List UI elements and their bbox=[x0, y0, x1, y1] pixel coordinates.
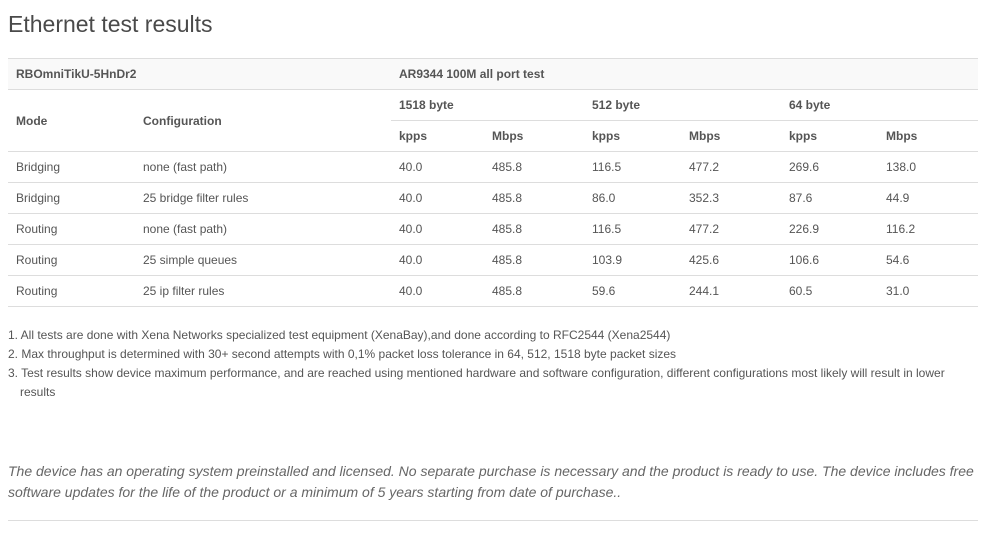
footnote-item: 2. Max throughput is determined with 30+… bbox=[8, 347, 677, 361]
kpps-512-cell: 116.5 bbox=[584, 213, 681, 245]
table-row: Routing 25 simple queues 40.0 485.8 103.… bbox=[8, 244, 979, 276]
mbps-64-cell: 138.0 bbox=[878, 151, 979, 183]
mbps-64-cell: 44.9 bbox=[878, 182, 979, 214]
kpps-512-cell: 103.9 bbox=[584, 244, 681, 276]
kpps-1518-cell: 40.0 bbox=[391, 244, 484, 276]
mbps-64-cell: 116.2 bbox=[878, 213, 979, 245]
kpps-1518-cell: 40.0 bbox=[391, 151, 484, 183]
unit-mbps-header: Mbps bbox=[484, 120, 584, 152]
mbps-64-cell: 54.6 bbox=[878, 244, 979, 276]
mode-cell: Bridging bbox=[8, 151, 135, 183]
configuration-cell: 25 ip filter rules bbox=[135, 275, 391, 307]
mbps-512-cell: 352.3 bbox=[681, 182, 781, 214]
page-title: Ethernet test results bbox=[8, 11, 213, 37]
footnote-item: 3. Test results show device maximum perf… bbox=[8, 366, 945, 399]
table-row: Routing none (fast path) 40.0 485.8 116.… bbox=[8, 213, 979, 245]
mbps-512-cell: 244.1 bbox=[681, 275, 781, 307]
mode-cell: Routing bbox=[8, 213, 135, 245]
mode-header: Mode bbox=[8, 89, 135, 152]
packet-size-64-header: 64 byte bbox=[781, 89, 979, 121]
unit-kpps-header: kpps bbox=[391, 120, 484, 152]
configuration-header: Configuration bbox=[135, 89, 391, 152]
configuration-cell: 25 simple queues bbox=[135, 244, 391, 276]
table-row: Bridging 25 bridge filter rules 40.0 485… bbox=[8, 182, 979, 214]
kpps-512-cell: 59.6 bbox=[584, 275, 681, 307]
unit-mbps-header: Mbps bbox=[681, 120, 781, 152]
configuration-cell: 25 bridge filter rules bbox=[135, 182, 391, 214]
kpps-512-cell: 116.5 bbox=[584, 151, 681, 183]
mbps-512-cell: 425.6 bbox=[681, 244, 781, 276]
packet-size-512-header: 512 byte bbox=[584, 89, 781, 121]
kpps-64-cell: 60.5 bbox=[781, 275, 878, 307]
mbps-512-cell: 477.2 bbox=[681, 151, 781, 183]
mbps-1518-cell: 485.8 bbox=[484, 213, 584, 245]
table-row: Bridging none (fast path) 40.0 485.8 116… bbox=[8, 151, 979, 183]
kpps-1518-cell: 40.0 bbox=[391, 275, 484, 307]
kpps-512-cell: 86.0 bbox=[584, 182, 681, 214]
table-size-header-row: Mode Configuration 1518 byte 512 byte 64… bbox=[8, 89, 979, 152]
packet-size-1518-header: 1518 byte bbox=[391, 89, 584, 121]
kpps-1518-cell: 40.0 bbox=[391, 213, 484, 245]
mbps-1518-cell: 485.8 bbox=[484, 244, 584, 276]
kpps-64-cell: 106.6 bbox=[781, 244, 878, 276]
kpps-64-cell: 226.9 bbox=[781, 213, 878, 245]
mbps-1518-cell: 485.8 bbox=[484, 275, 584, 307]
unit-kpps-header: kpps bbox=[584, 120, 681, 152]
configuration-cell: none (fast path) bbox=[135, 213, 391, 245]
mode-cell: Routing bbox=[8, 275, 135, 307]
unit-kpps-header: kpps bbox=[781, 120, 878, 152]
mbps-512-cell: 477.2 bbox=[681, 213, 781, 245]
mode-cell: Routing bbox=[8, 244, 135, 276]
table-row: Routing 25 ip filter rules 40.0 485.8 59… bbox=[8, 275, 979, 307]
test-footnotes: 1. All tests are done with Xena Networks… bbox=[8, 326, 968, 402]
mbps-1518-cell: 485.8 bbox=[484, 182, 584, 214]
mbps-64-cell: 31.0 bbox=[878, 275, 979, 307]
test-name: AR9344 100M all port test bbox=[391, 58, 979, 90]
configuration-cell: none (fast path) bbox=[135, 151, 391, 183]
mbps-1518-cell: 485.8 bbox=[484, 151, 584, 183]
bottom-divider bbox=[8, 520, 978, 521]
kpps-1518-cell: 40.0 bbox=[391, 182, 484, 214]
table-device-row: RBOmniTikU-5HnDr2 AR9344 100M all port t… bbox=[8, 58, 979, 90]
kpps-64-cell: 269.6 bbox=[781, 151, 878, 183]
unit-mbps-header: Mbps bbox=[878, 120, 979, 152]
product-description: The device has an operating system prein… bbox=[8, 463, 974, 500]
device-name: RBOmniTikU-5HnDr2 bbox=[8, 58, 391, 90]
kpps-64-cell: 87.6 bbox=[781, 182, 878, 214]
mode-cell: Bridging bbox=[8, 182, 135, 214]
ethernet-results-table: RBOmniTikU-5HnDr2 AR9344 100M all port t… bbox=[8, 58, 979, 307]
footnote-item: 1. All tests are done with Xena Networks… bbox=[8, 328, 671, 342]
